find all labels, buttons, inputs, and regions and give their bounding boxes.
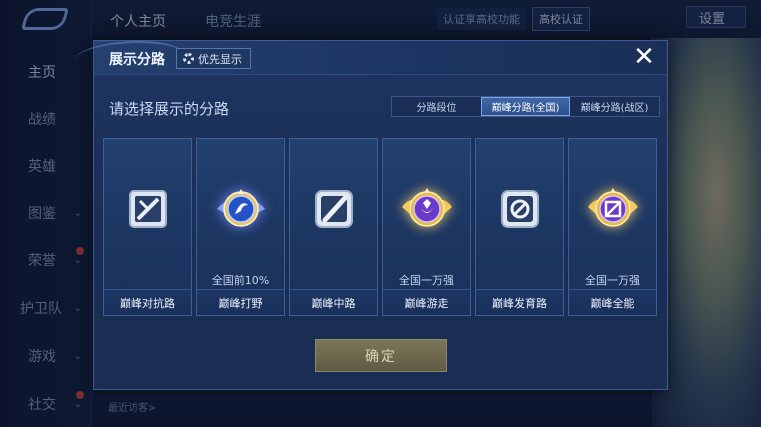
silver-sword-shield-icon xyxy=(129,190,167,228)
segment-label: 分路段位 xyxy=(416,103,457,114)
card-label: 巅峰发育路 xyxy=(476,289,563,315)
card-rank: 全国一万强 xyxy=(399,274,454,287)
lane-card-clash[interactable]: 巅峰对抗路 xyxy=(103,138,192,316)
silver-target-icon xyxy=(501,190,539,228)
segment-lane-rank[interactable]: 分路段位 xyxy=(392,97,481,116)
lane-card-jungle[interactable]: 全国前10% 巅峰打野 xyxy=(196,138,285,316)
close-button[interactable]: ✕ xyxy=(631,44,657,70)
lane-type-segmented-control: 分路段位 巅峰分路(全国) 巅峰分路(战区) xyxy=(391,96,660,117)
blue-winged-jungle-emblem-icon xyxy=(217,189,265,227)
segment-peak-region[interactable]: 巅峰分路(战区) xyxy=(570,97,659,116)
lane-card-roam[interactable]: 全国一万强 巅峰游走 xyxy=(382,138,471,316)
lane-display-dialog: 展示分路 优先显示 ✕ 请选择展示的分路 分路段位 巅峰分路(全国) 巅峰分路(… xyxy=(74,40,668,390)
segment-label: 巅峰分路(全国) xyxy=(491,103,560,114)
segment-label: 巅峰分路(战区) xyxy=(580,103,649,114)
gold-winged-allround-emblem-icon xyxy=(588,188,638,227)
select-lane-prompt: 请选择展示的分路 xyxy=(109,100,230,118)
lane-cards: 巅峰对抗路 全国前10% 巅峰打野 巅峰中路 全国一万强 巅峰游走 巅峰发育路 … xyxy=(103,138,657,316)
dialog-header: 展示分路 优先显示 ✕ xyxy=(74,41,667,75)
card-label: 巅峰中路 xyxy=(290,289,377,315)
priority-display-label: 优先显示 xyxy=(198,52,242,66)
card-label: 巅峰打野 xyxy=(197,289,284,315)
silver-staff-icon xyxy=(315,190,353,228)
card-label: 巅峰游走 xyxy=(383,289,470,315)
card-rank: 全国前10% xyxy=(211,274,270,287)
card-rank: 全国一万强 xyxy=(585,274,640,287)
lane-card-mid[interactable]: 巅峰中路 xyxy=(289,138,378,316)
close-icon: ✕ xyxy=(633,42,655,72)
lane-card-allround[interactable]: 全国一万强 巅峰全能 xyxy=(568,138,657,316)
segment-peak-national[interactable]: 巅峰分路(全国) xyxy=(481,97,570,116)
lane-card-farm[interactable]: 巅峰发育路 xyxy=(475,138,564,316)
priority-display-button[interactable]: 优先显示 xyxy=(176,48,251,69)
card-label: 巅峰对抗路 xyxy=(104,289,191,315)
gear-icon xyxy=(183,53,194,64)
confirm-button[interactable]: 确定 xyxy=(315,339,447,372)
dialog-title: 展示分路 xyxy=(109,52,165,68)
confirm-label: 确定 xyxy=(365,348,397,365)
gold-winged-roam-emblem-icon xyxy=(402,188,452,227)
card-label: 巅峰全能 xyxy=(569,289,656,315)
